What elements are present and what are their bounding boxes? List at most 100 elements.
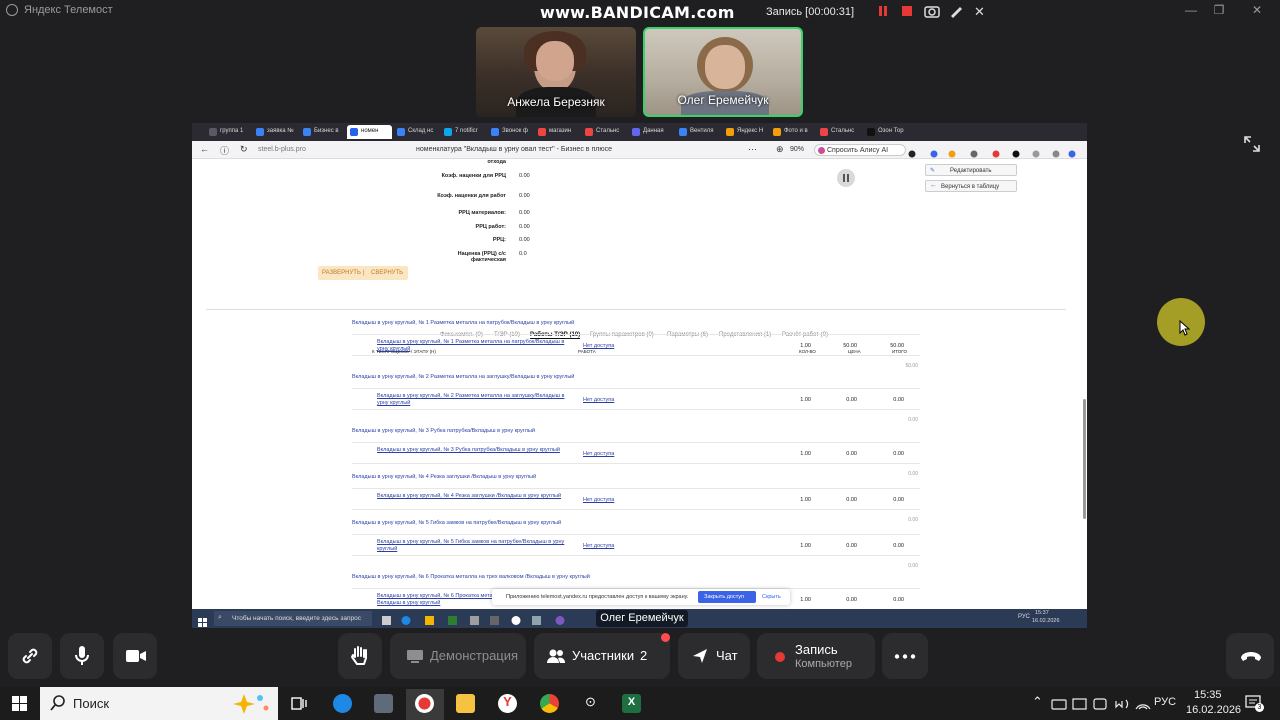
reload-icon[interactable]: ↻: [240, 144, 248, 155]
camera-button[interactable]: [113, 633, 157, 679]
clock-date[interactable]: 16.02.2026: [1186, 704, 1241, 716]
bandicam-app-icon[interactable]: [415, 694, 434, 713]
stop-icon[interactable]: [900, 4, 916, 18]
camera-icon[interactable]: [924, 4, 940, 18]
tab-favicon-icon: [303, 128, 311, 136]
row-link[interactable]: Вкладыш в урну круглый, № 5 Гибка замков…: [377, 539, 567, 553]
inner-search[interactable]: ⌕ Чтобы начать поиск, введите здесь запр…: [214, 611, 372, 626]
maximize-icon[interactable]: ❐: [1211, 3, 1227, 17]
browser-tab[interactable]: Стальнс: [817, 125, 862, 139]
bandicam-close-icon[interactable]: ✕: [974, 4, 990, 19]
zoom-icon[interactable]: ⊕: [776, 144, 784, 155]
page-tab[interactable]: Параметры (6): [667, 332, 708, 338]
work-link[interactable]: Нет доступа: [583, 497, 614, 503]
calculator-icon[interactable]: [374, 694, 393, 713]
browser-tab[interactable]: магазин: [535, 125, 580, 139]
link-button[interactable]: [8, 633, 52, 679]
col-price[interactable]: ЦЕНА: [848, 349, 861, 354]
alice-button[interactable]: Спросить Алису AI: [814, 144, 906, 156]
end-call-button[interactable]: [1226, 633, 1274, 679]
mic-button[interactable]: [60, 633, 104, 679]
close-icon[interactable]: ✕: [1249, 3, 1265, 17]
info-icon[interactable]: ⓘ: [220, 144, 229, 157]
participants-button[interactable]: Участники 2: [534, 633, 670, 679]
page-tab[interactable]: Представления (1): [719, 332, 771, 338]
app-icon-dots[interactable]: ⊙: [581, 694, 600, 713]
clock-time[interactable]: 15:35: [1194, 689, 1222, 701]
tray-chevron-icon[interactable]: ⌃: [1032, 694, 1043, 710]
back-to-table-button[interactable]: ← Вернуться в таблицу: [925, 180, 1017, 192]
notifications-icon[interactable]: 3: [1245, 695, 1264, 712]
browser-tab[interactable]: Стальнс: [582, 125, 627, 139]
page-tab[interactable]: Т/ЭР (10): [494, 332, 520, 338]
browser-tab[interactable]: Бизнес в: [300, 125, 345, 139]
collapse-link[interactable]: СВЕРНУТЬ: [371, 270, 403, 276]
browser-tab[interactable]: 7 notificr: [441, 125, 486, 139]
row-link[interactable]: Вкладыш в урну круглый, № 4 Резка заглуш…: [377, 493, 567, 500]
row-link[interactable]: Вкладыш в урну круглый, № 3 Рубка патруб…: [377, 447, 567, 454]
browser-tab[interactable]: Фото и в: [770, 125, 815, 139]
explorer-icon[interactable]: [456, 694, 475, 713]
browser-tab[interactable]: группа 1: [206, 125, 251, 139]
app-icon-1[interactable]: [333, 694, 352, 713]
browser-tab[interactable]: номен: [347, 125, 392, 139]
zoom-level[interactable]: 90%: [790, 146, 804, 153]
more-icon[interactable]: ⋯: [748, 144, 757, 155]
chat-button[interactable]: Чат: [678, 633, 750, 679]
pause-icon[interactable]: [877, 4, 893, 18]
pencil-icon[interactable]: [948, 4, 964, 18]
back-icon[interactable]: ←: [200, 144, 209, 154]
more-dots-icon: [894, 654, 916, 659]
page-tab[interactable]: Расчёт работ (0): [782, 332, 828, 338]
excel-icon[interactable]: X: [622, 694, 641, 713]
participant-name: Анжела Березняк: [507, 95, 605, 109]
taskbar-search[interactable]: Поиск: [40, 687, 278, 720]
fullscreen-icon[interactable]: [1243, 135, 1261, 153]
browser-tab[interactable]: Озон Тор: [864, 125, 909, 139]
scrollbar[interactable]: [1083, 399, 1086, 519]
start-icon[interactable]: [12, 696, 27, 711]
raise-hand-button[interactable]: [338, 633, 382, 679]
work-link[interactable]: Нет доступа: [583, 543, 614, 549]
browser-tab[interactable]: заявка №: [253, 125, 298, 139]
windows-icon[interactable]: [198, 614, 207, 627]
work-link[interactable]: Нет доступа: [583, 397, 614, 403]
video-pause-icon[interactable]: [837, 169, 855, 187]
browser-tab[interactable]: Склад нс: [394, 125, 439, 139]
group-title: Вкладыш в урну круглый, № 1 Разметка мет…: [352, 320, 575, 326]
task-view-icon[interactable]: [291, 695, 308, 712]
inner-lang[interactable]: РУС: [1018, 614, 1030, 620]
col-work[interactable]: РАБОТА: [578, 349, 596, 354]
work-link[interactable]: Нет доступа: [583, 343, 614, 349]
price-cell: 0.00: [846, 451, 857, 457]
stop-share-button[interactable]: Закрыть доступ: [698, 591, 756, 603]
minimize-icon[interactable]: —: [1183, 3, 1199, 17]
browser-tab[interactable]: Вентиля: [676, 125, 721, 139]
field-label: Коэф. наценки для работ: [437, 193, 506, 199]
tab-favicon-icon: [726, 128, 734, 136]
browser-tab[interactable]: Яндекс Н: [723, 125, 768, 139]
browser-tab[interactable]: Звонок ф: [488, 125, 533, 139]
demo-button[interactable]: Демонстрация: [390, 633, 526, 679]
shared-screen: группа 1 заявка № Бизнес в номен Склад нс 7 n…: [192, 123, 1087, 628]
price-cell: 50.00: [843, 343, 857, 349]
url-text[interactable]: steel.b-plus.pro: [258, 146, 306, 153]
record-button[interactable]: Запись Компьютер: [757, 633, 875, 679]
browser-tab[interactable]: Данная: [629, 125, 674, 139]
yandex-browser-icon[interactable]: Y: [498, 694, 517, 713]
page-tab[interactable]: Фикс.компл. (0): [440, 332, 483, 338]
row-link[interactable]: Вкладыш в урну круглый, № 1 Разметка мет…: [377, 339, 567, 353]
edit-button[interactable]: ✎ Редактировать: [925, 164, 1017, 176]
participant-tile-2[interactable]: Олег Еремейчук: [643, 27, 803, 117]
more-button[interactable]: [882, 633, 928, 679]
expand-link[interactable]: РАЗВЕРНУТЬ: [322, 270, 361, 276]
chrome-icon[interactable]: [540, 694, 559, 713]
row-link[interactable]: Вкладыш в урну круглый, № 2 Разметка мет…: [377, 393, 567, 407]
hide-link[interactable]: Скрыть: [762, 594, 781, 600]
work-link[interactable]: Нет доступа: [583, 451, 614, 457]
col-qty[interactable]: КОЛ-ВО: [799, 349, 816, 354]
col-total[interactable]: ИТОГО: [892, 349, 907, 354]
lang-indicator[interactable]: РУС: [1154, 696, 1176, 708]
page-tab[interactable]: Группы параметров (0): [590, 332, 654, 338]
participant-tile-1[interactable]: Анжела Березняк: [476, 27, 636, 117]
